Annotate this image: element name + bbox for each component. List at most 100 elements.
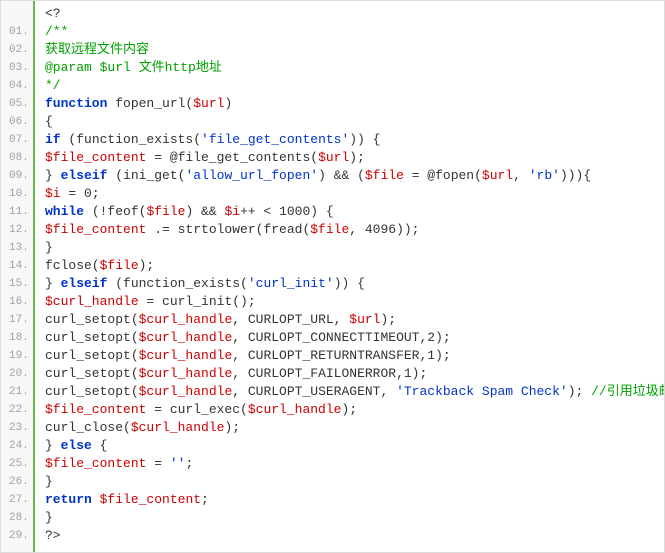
code-token: //引用垃圾邮件检查 xyxy=(591,384,664,399)
line-number: 04. xyxy=(1,77,33,95)
code-token: (!feof( xyxy=(84,204,146,219)
code-token: curl_setopt( xyxy=(45,384,139,399)
code-token: ; xyxy=(185,456,193,471)
code-token: curl_setopt( xyxy=(45,348,139,363)
code-token: */ xyxy=(45,78,61,93)
code-line: curl_close($curl_handle); xyxy=(45,419,664,437)
code-token: curl_setopt( xyxy=(45,330,139,345)
line-number: 23. xyxy=(1,419,33,437)
line-number: 17. xyxy=(1,311,33,329)
code-token: $i xyxy=(45,186,61,201)
code-token: = @fopen( xyxy=(404,168,482,183)
code-line: fclose($file); xyxy=(45,257,664,275)
code-line: curl_setopt($curl_handle, CURLOPT_RETURN… xyxy=(45,347,664,365)
code-line: /** xyxy=(45,23,664,41)
code-line: $file_content = @file_get_contents($url)… xyxy=(45,149,664,167)
code-token: 'allow_url_fopen' xyxy=(185,168,318,183)
code-token xyxy=(92,492,100,507)
code-token: $file xyxy=(146,204,185,219)
line-number: 09. xyxy=(1,167,33,185)
code-token: } xyxy=(45,510,53,525)
line-number: 26. xyxy=(1,473,33,491)
code-token: curl_setopt( xyxy=(45,366,139,381)
code-token: ) xyxy=(224,96,232,111)
line-number: 07. xyxy=(1,131,33,149)
code-token: fclose( xyxy=(45,258,100,273)
code-token: , xyxy=(513,168,529,183)
code-line: $i = 0; xyxy=(45,185,664,203)
code-token: } xyxy=(45,474,53,489)
line-number: 28. xyxy=(1,509,33,527)
line-number: 15. xyxy=(1,275,33,293)
code-token: if xyxy=(45,132,61,147)
code-line: ?> xyxy=(45,527,664,545)
code-token: $curl_handle xyxy=(248,402,342,417)
code-token: ); xyxy=(139,258,155,273)
code-token: '' xyxy=(170,456,186,471)
code-token: $curl_handle xyxy=(131,420,225,435)
code-token: )) { xyxy=(349,132,380,147)
code-token: ; xyxy=(201,492,209,507)
code-token: elseif xyxy=(61,168,108,183)
code-token: ++ < 1000) { xyxy=(240,204,334,219)
code-token: } xyxy=(45,168,61,183)
line-number: 29. xyxy=(1,527,33,545)
code-token: curl_setopt( xyxy=(45,312,139,327)
code-token: $file_content xyxy=(45,150,146,165)
code-line: $file_content = ''; xyxy=(45,455,664,473)
code-token: ); xyxy=(341,402,357,417)
code-line: } xyxy=(45,509,664,527)
line-number: 03. xyxy=(1,59,33,77)
line-number: 18. xyxy=(1,329,33,347)
line-number: 05. xyxy=(1,95,33,113)
code-token: $url xyxy=(318,150,349,165)
code-token: $curl_handle xyxy=(139,330,233,345)
code-token: else xyxy=(61,438,92,453)
line-number: 08. xyxy=(1,149,33,167)
code-token: ); xyxy=(381,312,397,327)
code-line: curl_setopt($curl_handle, CURLOPT_CONNEC… xyxy=(45,329,664,347)
code-area[interactable]: <?/**获取远程文件内容@param $url 文件http地址*/funct… xyxy=(35,1,664,552)
code-token: , CURLOPT_CONNECTTIMEOUT,2); xyxy=(232,330,450,345)
line-number: 16. xyxy=(1,293,33,311)
code-token: $curl_handle xyxy=(139,348,233,363)
code-line: curl_setopt($curl_handle, CURLOPT_USERAG… xyxy=(45,383,664,401)
code-token: return xyxy=(45,492,92,507)
code-token: (function_exists( xyxy=(107,276,247,291)
line-number: 02. xyxy=(1,41,33,59)
line-number: 06. xyxy=(1,113,33,131)
code-token: @param $url 文件http地址 xyxy=(45,60,222,75)
line-number: 21. xyxy=(1,383,33,401)
code-token: , CURLOPT_USERAGENT, xyxy=(232,384,396,399)
code-token: ); xyxy=(349,150,365,165)
code-token: = curl_exec( xyxy=(146,402,247,417)
code-token: $url xyxy=(193,96,224,111)
code-token: , CURLOPT_RETURNTRANSFER,1); xyxy=(232,348,450,363)
code-token: ?> xyxy=(45,528,61,543)
code-token: 'rb' xyxy=(529,168,560,183)
code-line: } elseif (ini_get('allow_url_fopen') && … xyxy=(45,167,664,185)
code-token: $file_content xyxy=(100,492,201,507)
code-line: */ xyxy=(45,77,664,95)
code-line: $file_content = curl_exec($curl_handle); xyxy=(45,401,664,419)
code-token: = curl_init(); xyxy=(139,294,256,309)
code-token: 获取远程文件内容 xyxy=(45,42,149,57)
code-token: ); xyxy=(224,420,240,435)
code-token: ) && ( xyxy=(318,168,365,183)
code-line: function fopen_url($url) xyxy=(45,95,664,113)
code-token: 'Trackback Spam Check' xyxy=(396,384,568,399)
code-token: fopen_url( xyxy=(107,96,193,111)
line-number: 13. xyxy=(1,239,33,257)
code-block: 01.02.03.04.05.06.07.08.09.10.11.12.13.1… xyxy=(0,0,665,553)
line-number: 20. xyxy=(1,365,33,383)
code-token: $file_content xyxy=(45,402,146,417)
code-token: $file xyxy=(365,168,404,183)
code-token: elseif xyxy=(61,276,108,291)
line-number: 19. xyxy=(1,347,33,365)
code-token: $url xyxy=(349,312,380,327)
line-number xyxy=(1,5,33,23)
code-token: $curl_handle xyxy=(45,294,139,309)
code-line: { xyxy=(45,113,664,131)
code-line: while (!feof($file) && $i++ < 1000) { xyxy=(45,203,664,221)
code-token: ) && xyxy=(185,204,224,219)
